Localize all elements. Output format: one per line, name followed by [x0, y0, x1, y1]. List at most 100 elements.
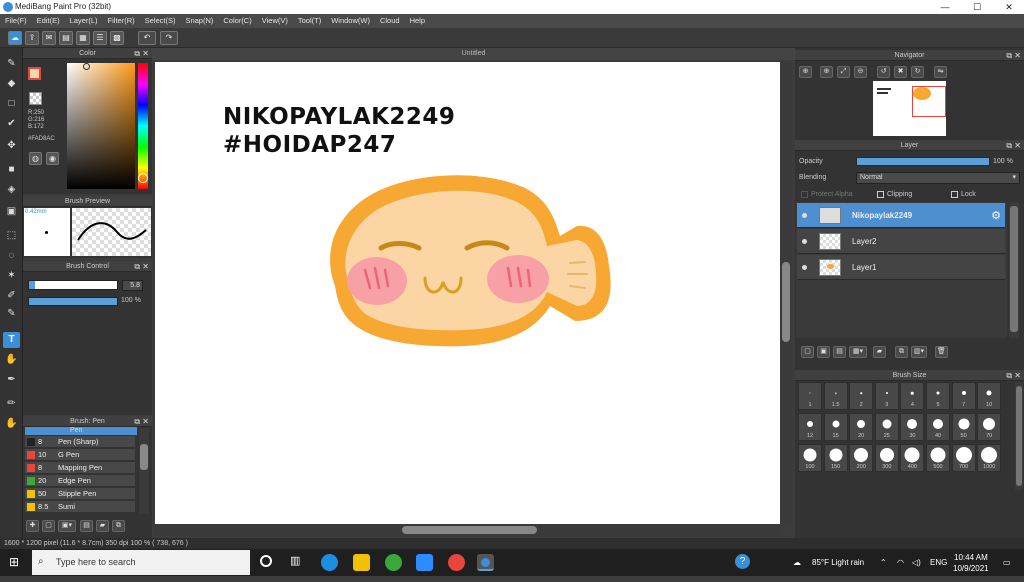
clipping-checkbox[interactable]: [877, 191, 884, 198]
panel-close-icon[interactable]: ⧉ ✕: [134, 261, 149, 272]
hand-tool-icon[interactable]: ✋: [3, 416, 20, 432]
panel-close-icon[interactable]: ⧉ ✕: [134, 416, 149, 427]
cloud-icon[interactable]: ☁: [8, 31, 22, 45]
tray-chevron-icon[interactable]: ⌃: [880, 549, 887, 576]
menu-file[interactable]: File(F): [0, 14, 32, 25]
weather-icon[interactable]: ☁: [793, 549, 801, 576]
fit-icon[interactable]: ⤢: [837, 66, 850, 78]
brush-item[interactable]: 8 Pen (Sharp): [25, 436, 135, 448]
brush-size-cell[interactable]: 4: [900, 382, 925, 410]
magic-wand-tool-icon[interactable]: ✶: [3, 268, 20, 284]
canvas-vertical-scrollbar[interactable]: [780, 62, 792, 524]
menu-layer[interactable]: Layer(L): [65, 14, 103, 25]
select-tool-icon[interactable]: ⬚: [3, 228, 20, 244]
select-pen-tool-icon[interactable]: ✐: [3, 288, 20, 304]
help-icon[interactable]: ?: [735, 554, 750, 569]
menu-color[interactable]: Color(C): [218, 14, 256, 25]
notification-icon[interactable]: ▭: [1003, 549, 1011, 576]
page-icon[interactable]: ▦: [76, 31, 90, 45]
brush-size-cell[interactable]: 10: [977, 382, 1002, 410]
gradient-tool-icon[interactable]: ▣: [3, 204, 20, 220]
brush-size-cell[interactable]: 700: [951, 444, 976, 472]
menu-edit[interactable]: Edit(E): [32, 14, 65, 25]
new-halftone-layer-icon[interactable]: ▤: [833, 346, 846, 358]
horizontal-scroll-thumb[interactable]: [402, 526, 537, 534]
brush-size-cell[interactable]: 5: [926, 382, 950, 410]
brush-settings-icon[interactable]: ▤: [80, 520, 93, 532]
check-tool-icon[interactable]: ✔: [3, 116, 20, 132]
add-layer-menu-icon[interactable]: ▦▾: [849, 346, 867, 358]
brush-size-cell[interactable]: 150: [823, 444, 848, 472]
brush-tool-icon[interactable]: ✎: [3, 56, 20, 72]
brush-size-cell[interactable]: 400: [900, 444, 925, 472]
brush-size-cell[interactable]: 300: [874, 444, 899, 472]
menu-select[interactable]: Select(S): [140, 14, 181, 25]
windows-start-icon[interactable]: ⊞: [9, 556, 21, 568]
grid-icon[interactable]: ▩: [110, 31, 124, 45]
menu-tool[interactable]: Tool(T): [293, 14, 326, 25]
brush-size-cell[interactable]: 40: [926, 413, 950, 441]
eye-icon[interactable]: [802, 265, 807, 270]
export-icon[interactable]: ⇪: [25, 31, 39, 45]
brush-size-cell[interactable]: 12: [798, 413, 822, 441]
maximize-button[interactable]: ☐: [962, 1, 992, 13]
brush-size-cell[interactable]: 20: [849, 413, 874, 441]
app-icon-green[interactable]: [385, 554, 402, 571]
canvas[interactable]: NIKOPAYLAK2249 #HOIDAP247: [155, 62, 780, 524]
brush-size-cell[interactable]: 25: [874, 413, 899, 441]
gear-icon[interactable]: ⚙: [991, 209, 1001, 222]
navigator-thumbnail[interactable]: [873, 81, 946, 136]
edge-icon[interactable]: [321, 554, 338, 571]
file-explorer-icon[interactable]: [353, 554, 370, 571]
brush-item-selected[interactable]: Pen: [25, 427, 137, 435]
add-brush-icon[interactable]: ✚: [26, 520, 39, 532]
panel-close-icon[interactable]: ⧉ ✕: [134, 48, 149, 59]
brush-size-cell[interactable]: 30: [900, 413, 925, 441]
panel-close-icon[interactable]: ⧉ ✕: [1006, 370, 1021, 381]
brush-list-scrollbar[interactable]: [139, 428, 149, 514]
task-view-icon[interactable]: ▥: [290, 554, 300, 567]
brush-item[interactable]: 10 G Pen: [25, 449, 135, 461]
picker-cursor[interactable]: [83, 63, 90, 70]
brush-size-cell[interactable]: 15: [823, 413, 848, 441]
layer-row[interactable]: Nikopaylak2249 ⚙: [797, 203, 1005, 228]
network-icon[interactable]: ◠: [897, 549, 904, 576]
chrome-icon[interactable]: [448, 554, 465, 571]
duplicate-icon[interactable]: ⧉: [112, 520, 125, 532]
minimize-button[interactable]: —: [930, 1, 960, 13]
delete-layer-icon[interactable]: 🗑: [935, 346, 948, 358]
layer-scroll-thumb[interactable]: [1010, 206, 1018, 332]
blending-select[interactable]: Normal ▾: [856, 172, 1020, 184]
menu-help[interactable]: Help: [405, 14, 430, 25]
hue-slider-handle[interactable]: [138, 173, 148, 183]
layer-folder-icon[interactable]: ▰: [873, 346, 886, 358]
brush-item[interactable]: 8.5 Sumi: [25, 501, 135, 513]
lock-checkbox[interactable]: [951, 191, 958, 198]
brush-size-cell[interactable]: 200: [849, 444, 874, 472]
protect-alpha-checkbox[interactable]: [801, 191, 808, 198]
eraser-tool-icon[interactable]: ◆: [3, 76, 20, 92]
brush-item[interactable]: 50 Stipple Pen: [25, 488, 135, 500]
navigator-viewport[interactable]: [912, 86, 946, 117]
new-layer-alt-icon[interactable]: ▣: [817, 346, 830, 358]
menu-snap[interactable]: Snap(N): [180, 14, 218, 25]
pen-tool-icon[interactable]: ✏: [3, 396, 20, 412]
brush-size-scrollbar[interactable]: [1015, 382, 1023, 490]
hue-slider[interactable]: [138, 63, 148, 189]
brush-size-slider[interactable]: [28, 280, 118, 290]
comment-icon[interactable]: ✉: [42, 31, 56, 45]
brush-list-scroll-thumb[interactable]: [140, 444, 148, 470]
brush-size-cell[interactable]: 100: [798, 444, 822, 472]
foreground-color-swatch[interactable]: [28, 67, 41, 80]
brush-size-cell[interactable]: 50: [951, 413, 976, 441]
text-tool-icon[interactable]: T: [3, 332, 20, 348]
select-eraser-tool-icon[interactable]: ✎: [3, 306, 20, 322]
zoom-icon[interactable]: [416, 554, 433, 571]
redo-icon[interactable]: ↷: [160, 31, 178, 45]
eye-icon[interactable]: [802, 213, 807, 218]
menu-filter[interactable]: Filter(R): [103, 14, 140, 25]
brush-size-cell[interactable]: 3: [874, 382, 899, 410]
layer-row[interactable]: Layer2: [797, 229, 1005, 254]
move-tool-icon[interactable]: ✥: [3, 138, 20, 154]
color-picker-icon[interactable]: ◉: [46, 152, 59, 165]
